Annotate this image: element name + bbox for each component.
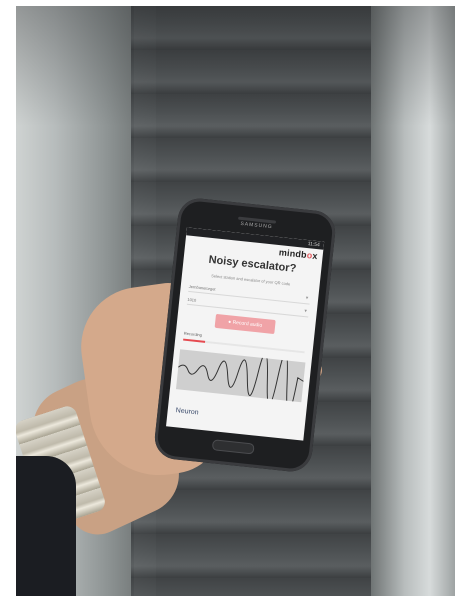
- chevron-down-icon: ▾: [303, 308, 308, 315]
- phone-screen: 11:54 mindbox Noisy escalator? Select st…: [166, 227, 325, 441]
- app-logo-text: mindbox: [278, 247, 319, 262]
- escalator-photo: SAMSUNG 11:54 mindbox Noisy escalator? S…: [16, 6, 455, 596]
- recording-progress-fill: [183, 338, 206, 343]
- smartphone: SAMSUNG 11:54 mindbox Noisy escalator? S…: [152, 196, 338, 474]
- waveform-graphic: [177, 352, 304, 414]
- chevron-down-icon: ▾: [305, 295, 309, 302]
- jacket-sleeve: [16, 456, 76, 596]
- station-value: Jernbanetorget: [188, 283, 216, 292]
- record-audio-label: Record audio: [232, 319, 263, 329]
- record-audio-button[interactable]: ● Record audio: [214, 313, 276, 335]
- recording-label: Recording: [183, 330, 203, 338]
- background-shade: [16, 6, 455, 126]
- neuron-logo: Neuron: [175, 407, 199, 417]
- audio-waveform: [175, 349, 306, 414]
- app-logo: mindbox: [278, 247, 318, 261]
- escalator-value: 1010: [187, 296, 197, 303]
- home-button: [211, 439, 255, 455]
- status-time: 11:54: [307, 241, 321, 249]
